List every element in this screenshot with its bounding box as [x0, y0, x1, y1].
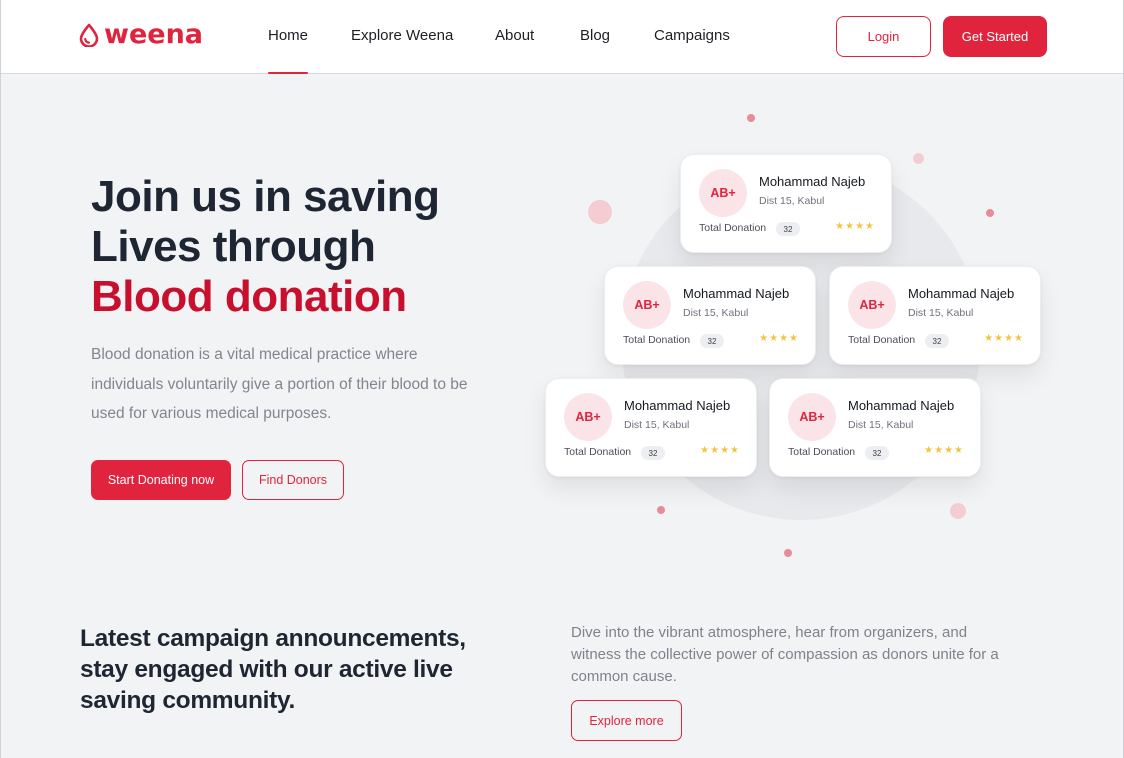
blood-type-badge: AB+ [848, 281, 896, 329]
donation-count-badge: 32 [700, 334, 724, 348]
decor-dot [784, 549, 792, 557]
top-navbar: weena Home Explore Weena About Blog Camp… [1, 0, 1123, 74]
donor-name: Mohammad Najeb [624, 398, 731, 413]
donor-location: Dist 15, Kabul [624, 419, 690, 431]
hero-description: Blood donation is a vital medical practi… [91, 346, 468, 422]
decor-dot [950, 503, 966, 519]
hero-title-accent: Blood donation [91, 272, 407, 321]
rating-stars-icon: ★★★★ [700, 445, 740, 456]
brand-name: weena [104, 19, 204, 50]
decor-dot [913, 153, 924, 164]
decor-dot [657, 506, 665, 514]
decor-dot [588, 200, 612, 224]
find-donors-button[interactable]: Find Donors [242, 460, 344, 500]
blood-type-badge: AB+ [788, 393, 836, 441]
nav-about[interactable]: About [495, 27, 534, 44]
total-donation-label: Total Donation [788, 446, 856, 458]
rating-stars-icon: ★★★★ [984, 333, 1024, 344]
hero-title-line2: Lives through [91, 222, 376, 271]
donor-location: Dist 15, Kabul [683, 307, 749, 319]
explore-more-button[interactable]: Explore more [571, 700, 682, 741]
rating-stars-icon: ★★★★ [924, 445, 964, 456]
rating-stars-icon: ★★★★ [759, 333, 799, 344]
blood-type-badge: AB+ [623, 281, 671, 329]
donation-count-badge: 32 [865, 446, 889, 460]
decor-dot [986, 209, 994, 217]
hero-title-line1: Join us in saving [91, 172, 440, 221]
total-donation-label: Total Donation [623, 334, 691, 346]
donor-name: Mohammad Najeb [683, 286, 790, 301]
login-button[interactable]: Login [836, 16, 931, 57]
donation-count-badge: 32 [925, 334, 949, 348]
total-donation-label: Total Donation [848, 334, 916, 346]
donor-card[interactable]: AB+ Mohammad Najeb Dist 15, Kabul Total … [680, 154, 892, 253]
donor-card[interactable]: AB+ Mohammad Najeb Dist 15, Kabul Total … [769, 378, 981, 477]
nav-blog[interactable]: Blog [580, 27, 610, 44]
donor-location: Dist 15, Kabul [848, 419, 914, 431]
brand-logo[interactable]: weena [79, 20, 203, 50]
total-donation-label: Total Donation [699, 222, 767, 234]
campaign-section-title: Latest campaign announcements, stay enga… [80, 625, 466, 714]
decor-dot [747, 114, 755, 122]
total-donation-label: Total Donation [564, 446, 632, 458]
blood-drop-icon [79, 23, 99, 47]
hero-title: Join us in saving Lives through Blood do… [91, 172, 531, 322]
donor-card[interactable]: AB+ Mohammad Najeb Dist 15, Kabul Total … [604, 266, 816, 365]
start-donating-button[interactable]: Start Donating now [91, 460, 231, 500]
donor-name: Mohammad Najeb [759, 174, 866, 189]
donor-name: Mohammad Najeb [848, 398, 955, 413]
nav-home[interactable]: Home [268, 27, 308, 44]
get-started-button[interactable]: Get Started [943, 16, 1047, 57]
donor-card[interactable]: AB+ Mohammad Najeb Dist 15, Kabul Total … [545, 378, 757, 477]
active-nav-indicator [268, 72, 308, 74]
blood-type-badge: AB+ [564, 393, 612, 441]
campaign-section-description: Dive into the vibrant atmosphere, hear f… [571, 624, 999, 685]
donor-name: Mohammad Najeb [908, 286, 1015, 301]
donor-location: Dist 15, Kabul [908, 307, 974, 319]
nav-explore-weena[interactable]: Explore Weena [351, 27, 453, 44]
rating-stars-icon: ★★★★ [835, 221, 875, 232]
donation-count-badge: 32 [776, 222, 800, 236]
donation-count-badge: 32 [641, 446, 665, 460]
blood-type-badge: AB+ [699, 169, 747, 217]
donor-location: Dist 15, Kabul [759, 195, 825, 207]
nav-campaigns[interactable]: Campaigns [654, 27, 730, 44]
donor-card[interactable]: AB+ Mohammad Najeb Dist 15, Kabul Total … [829, 266, 1041, 365]
